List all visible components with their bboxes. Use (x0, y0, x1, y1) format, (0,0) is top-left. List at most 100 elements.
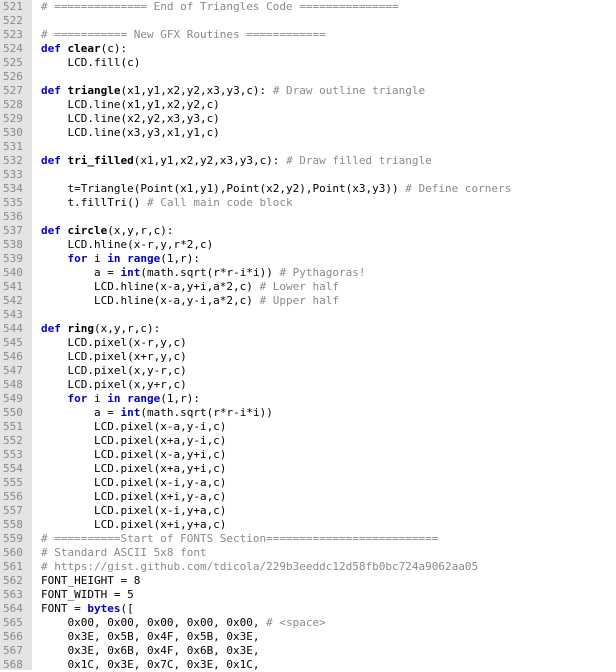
code-line[interactable]: LCD.hline(x-a,y-i,a*2,c) # Upper half (41, 294, 616, 308)
code-keyword: range (127, 252, 161, 265)
code-text: LCD.pixel(x+r,y,c) (41, 350, 187, 363)
code-function-name: triangle (67, 84, 121, 97)
code-line[interactable]: LCD.pixel(x-i,y-a,c) (41, 476, 616, 490)
code-text: (x1,y1,x2,y2,x3,y3,c): (133, 154, 287, 167)
code-text: 0x1C, 0x3E, 0x7C, 0x3E, 0x1C, (41, 658, 260, 670)
line-number: 551 (3, 420, 23, 433)
line-number: 529 (3, 112, 23, 125)
code-text: a = (41, 406, 121, 419)
code-line[interactable]: # ==========Start of FONTS Section======… (41, 532, 616, 546)
code-line[interactable]: LCD.hline(x-a,y+i,a*2,c) # Lower half (41, 280, 616, 294)
code-text: LCD.pixel(x+a,y-i,c) (41, 434, 227, 447)
code-line[interactable]: LCD.pixel(x+i,y+a,c) (41, 518, 616, 532)
code-text: (x1,y1,x2,y2,x3,y3,c): (120, 84, 273, 97)
code-keyword: for (67, 252, 88, 265)
code-line[interactable]: t.fillTri() # Call main code block (41, 196, 616, 210)
code-comment: # Draw filled triangle (286, 154, 432, 167)
line-number: 526 (3, 70, 23, 83)
code-line[interactable]: LCD.pixel(x+a,y-i,c) (41, 434, 616, 448)
code-line[interactable] (41, 210, 616, 224)
code-text: LCD.pixel(x,y+r,c) (41, 378, 187, 391)
line-number: 545 (3, 336, 23, 349)
code-keyword: in (107, 252, 121, 265)
line-number: 550 (3, 406, 23, 419)
code-line[interactable]: # https://gist.github.com/tdicola/229b3e… (41, 560, 616, 574)
code-line[interactable]: def ring(x,y,r,c): (41, 322, 616, 336)
code-line[interactable]: LCD.pixel(x+a,y+i,c) (41, 462, 616, 476)
code-line[interactable]: 0x1C, 0x3E, 0x7C, 0x3E, 0x1C, (41, 658, 616, 670)
code-line[interactable]: LCD.pixel(x-a,y-i,c) (41, 420, 616, 434)
line-number: 563 (3, 588, 23, 601)
code-line[interactable]: a = int(math.sqrt(r*r-i*i)) (41, 406, 616, 420)
code-line[interactable]: LCD.pixel(x-a,y+i,c) (41, 448, 616, 462)
line-number: 557 (3, 504, 23, 517)
code-line[interactable]: LCD.fill(c) (41, 56, 616, 70)
code-line[interactable]: for i in range(1,r): (41, 392, 616, 406)
code-line[interactable]: def circle(x,y,r,c): (41, 224, 616, 238)
code-comment: # Call main code block (146, 196, 293, 209)
code-line[interactable] (41, 308, 616, 322)
code-line[interactable]: a = int(math.sqrt(r*r-i*i)) # Pythagoras… (41, 266, 616, 280)
line-number: 535 (3, 196, 23, 209)
line-number: 538 (3, 238, 23, 251)
code-line[interactable]: LCD.pixel(x,y-r,c) (41, 364, 616, 378)
line-number: 558 (3, 518, 23, 531)
code-line[interactable] (41, 14, 616, 28)
line-number: 553 (3, 448, 23, 461)
code-line[interactable] (41, 168, 616, 182)
code-line[interactable]: # =========== New GFX Routines =========… (41, 28, 616, 42)
code-text: 0x00, 0x00, 0x00, 0x00, 0x00, (41, 616, 267, 629)
code-line[interactable]: # Standard ASCII 5x8 font (41, 546, 616, 560)
line-number: 564 (3, 602, 23, 615)
code-line[interactable]: LCD.pixel(x-i,y+a,c) (41, 504, 616, 518)
code-line[interactable]: LCD.line(x1,y1,x2,y2,c) (41, 98, 616, 112)
code-keyword: in (107, 392, 121, 405)
code-line[interactable]: FONT_WIDTH = 5 (41, 588, 616, 602)
code-line[interactable]: LCD.pixel(x-r,y,c) (41, 336, 616, 350)
code-line[interactable]: LCD.line(x2,y2,x3,y3,c) (41, 112, 616, 126)
line-number: 566 (3, 630, 23, 643)
code-text: LCD.pixel(x-a,y-i,c) (41, 420, 227, 433)
line-number: 542 (3, 294, 23, 307)
code-line[interactable]: 0x3E, 0x6B, 0x4F, 0x6B, 0x3E, (41, 644, 616, 658)
code-line[interactable]: def triangle(x1,y1,x2,y2,x3,y3,c): # Dra… (41, 84, 616, 98)
code-line[interactable]: LCD.pixel(x+i,y-a,c) (41, 490, 616, 504)
line-number: 528 (3, 98, 23, 111)
line-number: 540 (3, 266, 23, 279)
line-number: 522 (3, 14, 23, 27)
code-editor[interactable]: 521 522 523 524 525 526 527 528 529 530 531 532 533 5… (0, 0, 616, 671)
line-number: 565 (3, 616, 23, 629)
code-line[interactable] (41, 70, 616, 84)
code-text: LCD.pixel(x-i,y-a,c) (41, 476, 227, 489)
code-line[interactable]: def clear(c): (41, 42, 616, 56)
code-line[interactable]: def tri_filled(x1,y1,x2,y2,x3,y3,c): # D… (41, 154, 616, 168)
code-text: LCD.pixel(x-i,y+a,c) (41, 504, 227, 517)
code-keyword: range (127, 392, 161, 405)
code-line[interactable]: LCD.line(x3,y3,x1,y1,c) (41, 126, 616, 140)
code-line[interactable]: # ============== End of Triangles Code =… (41, 0, 616, 14)
code-line[interactable] (41, 140, 616, 154)
code-line[interactable]: for i in range(1,r): (41, 252, 616, 266)
code-text: a = (41, 266, 121, 279)
code-text: LCD.pixel(x+i,y-a,c) (41, 490, 227, 503)
code-line[interactable]: FONT_HEIGHT = 8 (41, 574, 616, 588)
code-line[interactable]: LCD.hline(x-r,y,r*2,c) (41, 238, 616, 252)
line-number: 537 (3, 224, 23, 237)
code-function-name: clear (67, 42, 101, 55)
line-number: 524 (3, 42, 23, 55)
code-comment: # Standard ASCII 5x8 font (41, 546, 207, 559)
code-line[interactable]: LCD.pixel(x,y+r,c) (41, 378, 616, 392)
code-line[interactable]: 0x3E, 0x5B, 0x4F, 0x5B, 0x3E, (41, 630, 616, 644)
code-keyword: def (41, 224, 68, 237)
code-line[interactable]: LCD.pixel(x+r,y,c) (41, 350, 616, 364)
code-line[interactable]: FONT = bytes([ (41, 602, 616, 616)
code-area[interactable]: # ============== End of Triangles Code =… (32, 0, 616, 670)
code-text: LCD.hline(x-r,y,r*2,c) (41, 238, 214, 251)
code-comment: # Upper half (259, 294, 340, 307)
line-number: 521 (3, 0, 23, 13)
code-text: (1,r): (160, 252, 200, 265)
code-line[interactable]: 0x00, 0x00, 0x00, 0x00, 0x00, # <space> (41, 616, 616, 630)
code-line[interactable]: t=Triangle(Point(x1,y1),Point(x2,y2),Poi… (41, 182, 616, 196)
code-text: (math.sqrt(r*r-i*i)) (140, 266, 280, 279)
